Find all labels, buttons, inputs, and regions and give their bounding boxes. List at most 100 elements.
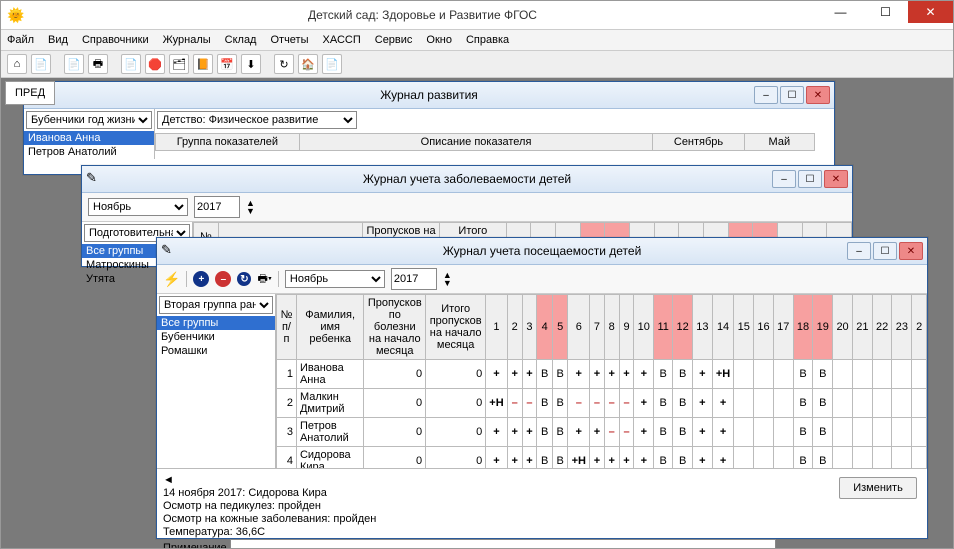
cell[interactable]: В (552, 418, 568, 447)
cell[interactable]: + (693, 447, 713, 469)
cell[interactable]: + (568, 418, 590, 447)
cell[interactable]: + (486, 418, 508, 447)
w3-list-item[interactable]: Ромашки (157, 344, 275, 358)
window3-maximize[interactable]: ☐ (873, 242, 897, 260)
cell[interactable] (892, 418, 912, 447)
bolt-icon[interactable]: ⚡ (163, 271, 180, 288)
cell[interactable]: – (522, 389, 537, 418)
toolbar-button[interactable]: 🛑 (145, 54, 165, 74)
cell[interactable]: Петров Анатолий (296, 418, 363, 447)
cell[interactable]: В (673, 389, 693, 418)
w3-list-item[interactable]: Бубенчики (157, 330, 275, 344)
cell[interactable] (892, 389, 912, 418)
cell[interactable]: + (507, 418, 522, 447)
cell[interactable]: +Н (568, 447, 590, 469)
cell[interactable]: + (693, 418, 713, 447)
menu-haccp[interactable]: ХАССП (323, 34, 361, 46)
w3-month-select[interactable]: Ноябрь (285, 270, 385, 288)
cell[interactable]: В (537, 418, 553, 447)
cell[interactable] (773, 447, 793, 469)
cell[interactable] (773, 360, 793, 389)
maximize-button[interactable]: ☐ (863, 1, 908, 23)
close-button[interactable]: ✕ (908, 1, 953, 23)
edit-button[interactable]: Изменить (839, 477, 917, 499)
cell[interactable] (734, 360, 754, 389)
rotate-icon[interactable]: ↻ (237, 272, 251, 286)
cell[interactable]: 2 (277, 389, 297, 418)
spinner-icon[interactable]: ▲▼ (443, 271, 452, 287)
cell[interactable]: – (507, 389, 522, 418)
cell[interactable]: В (552, 447, 568, 469)
w1-list-item[interactable]: Петров Анатолий (24, 145, 154, 159)
cell[interactable] (852, 418, 872, 447)
toolbar-button[interactable]: 🏠 (298, 54, 318, 74)
cell[interactable]: – (619, 389, 634, 418)
cell[interactable]: + (712, 418, 734, 447)
toolbar-button[interactable]: 📄 (31, 54, 51, 74)
cell[interactable]: + (590, 418, 605, 447)
cell[interactable] (912, 389, 927, 418)
cell[interactable] (833, 418, 853, 447)
cell[interactable]: + (712, 447, 734, 469)
cell[interactable]: + (604, 447, 619, 469)
cell[interactable]: + (590, 360, 605, 389)
cell[interactable]: + (522, 360, 537, 389)
toolbar-button[interactable]: 🖶 (88, 54, 108, 74)
cell[interactable]: Малкин Дмитрий (296, 389, 363, 418)
cell[interactable]: +Н (486, 389, 508, 418)
menu-journals[interactable]: Журналы (163, 34, 211, 46)
cell[interactable]: + (634, 418, 654, 447)
cell[interactable]: +Н (712, 360, 734, 389)
cell[interactable]: + (522, 447, 537, 469)
cell[interactable] (872, 389, 892, 418)
cell[interactable] (912, 418, 927, 447)
add-icon[interactable]: + (193, 271, 209, 287)
cell[interactable] (734, 418, 754, 447)
cell[interactable]: + (568, 360, 590, 389)
cell[interactable]: В (654, 447, 673, 469)
window3-minimize[interactable]: – (847, 242, 871, 260)
cell[interactable] (734, 447, 754, 469)
cell[interactable]: + (693, 360, 713, 389)
w3-list-item[interactable]: Все группы (157, 316, 275, 330)
toolbar-button[interactable]: ⬇ (241, 54, 261, 74)
cell[interactable]: В (654, 360, 673, 389)
toolbar-button[interactable]: ⌂ (7, 54, 27, 74)
cell[interactable]: + (507, 360, 522, 389)
w2-month-select[interactable]: Ноябрь (88, 198, 188, 216)
cell[interactable]: В (654, 389, 673, 418)
cell[interactable]: В (673, 447, 693, 469)
cell[interactable]: + (486, 447, 508, 469)
window3-close[interactable]: ✕ (899, 242, 923, 260)
cell[interactable] (773, 389, 793, 418)
cell[interactable]: + (712, 389, 734, 418)
cell[interactable]: В (537, 389, 553, 418)
cell[interactable] (833, 389, 853, 418)
cell[interactable] (833, 447, 853, 469)
w1-program-select[interactable]: Детство: Физическое развитие (157, 111, 357, 129)
cell[interactable] (734, 389, 754, 418)
cell[interactable] (912, 447, 927, 469)
cell[interactable]: 0 (364, 360, 426, 389)
cell[interactable]: + (634, 447, 654, 469)
cell[interactable]: 0 (426, 360, 486, 389)
menu-help[interactable]: Справка (466, 34, 509, 46)
cell[interactable] (912, 360, 927, 389)
toolbar-button[interactable]: 📅 (217, 54, 237, 74)
menu-file[interactable]: Файл (7, 34, 34, 46)
cell[interactable]: + (619, 447, 634, 469)
cell[interactable] (872, 418, 892, 447)
toolbar-button[interactable]: 📄 (322, 54, 342, 74)
w3-group-select[interactable]: Вторая группа ранне (159, 296, 273, 314)
cell[interactable] (892, 360, 912, 389)
toolbar-button[interactable]: ↻ (274, 54, 294, 74)
cell[interactable]: В (537, 360, 553, 389)
toolbar-button[interactable]: 📄 (121, 54, 141, 74)
cell[interactable]: 0 (364, 389, 426, 418)
cell[interactable]: В (537, 447, 553, 469)
cell[interactable] (833, 360, 853, 389)
w3-year-input[interactable] (391, 268, 437, 290)
cell[interactable]: В (793, 447, 813, 469)
cell[interactable]: В (813, 389, 833, 418)
cell[interactable]: + (507, 447, 522, 469)
